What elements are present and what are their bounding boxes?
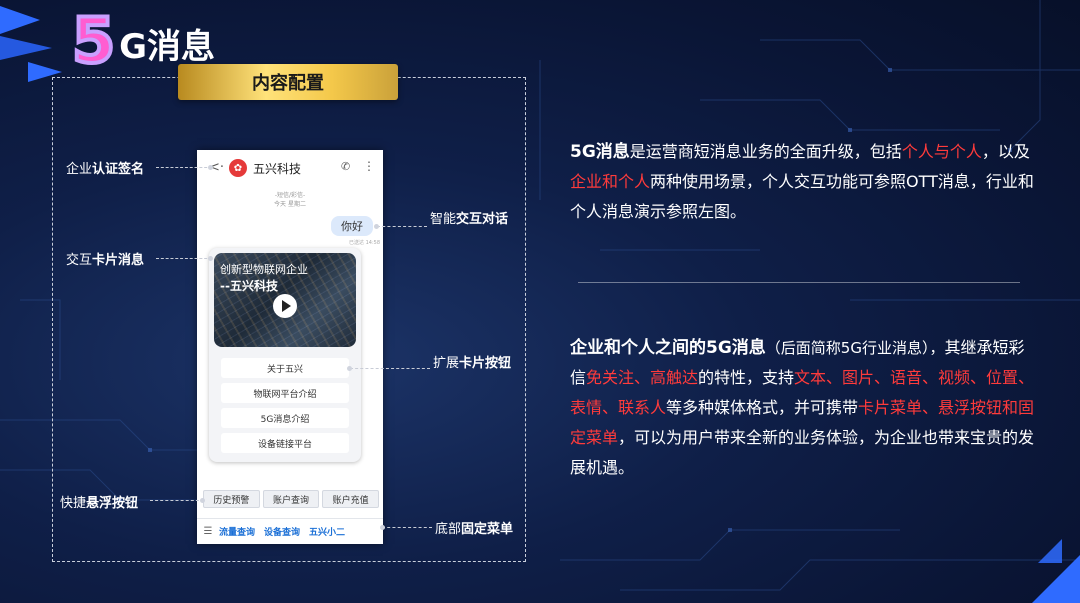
callout-cardbtn: 扩展卡片按钮 <box>433 356 512 371</box>
card-button-device[interactable]: 设备链接平台 <box>221 433 349 453</box>
page-title: 5 G消息 <box>70 4 216 77</box>
float-button-history[interactable]: 历史预警 <box>203 490 260 508</box>
title-digit: 5 <box>70 4 117 77</box>
float-button-recharge[interactable]: 账户充值 <box>322 490 380 508</box>
video-caption-line2: --五兴科技 <box>220 279 278 293</box>
leader-line <box>350 368 430 369</box>
leader-line <box>156 167 212 168</box>
corner-triangle <box>0 6 40 34</box>
more-icon[interactable]: ⋮ <box>363 159 375 173</box>
leader-dot <box>374 224 379 229</box>
callout-card: 交互卡片消息 <box>66 253 145 268</box>
card-button-5g[interactable]: 5G消息介绍 <box>221 408 349 428</box>
title-text: G消息 <box>119 27 216 67</box>
leader-dot <box>208 256 213 261</box>
video-caption-line1: 创新型物联网企业 <box>220 263 308 276</box>
leader-dot <box>200 498 205 503</box>
callout-dialog: 智能交互对话 <box>430 212 509 227</box>
brand-logo-icon: ✿ <box>229 159 247 177</box>
callout-float: 快捷悬浮按钮 <box>60 496 139 511</box>
content-config-banner: 内容配置 <box>178 64 398 100</box>
menu-item-device[interactable]: 设备查询 <box>264 525 300 538</box>
message-date: 今天 星期二 <box>274 201 306 208</box>
floating-buttons: 历史预警 账户查询 账户充值 <box>203 490 380 508</box>
detail-paragraph: 企业和个人之间的5G消息（后面简称5G行业消息），其继承短彩信免关注、高触达的特… <box>570 338 1035 477</box>
section-divider <box>578 282 1020 283</box>
card-button-about[interactable]: 关于五兴 <box>221 358 349 378</box>
callout-menu: 底部固定菜单 <box>435 522 514 537</box>
menu-item-assistant[interactable]: 五兴小二 <box>309 525 345 538</box>
menu-item-traffic[interactable]: 流量查询 <box>219 525 255 538</box>
brand-name: 五兴科技 <box>253 162 302 176</box>
corner-triangle <box>1032 555 1080 603</box>
leader-line <box>150 500 204 501</box>
callout-auth: 企业认证签名 <box>66 162 145 177</box>
leader-dot <box>347 366 352 371</box>
leader-line <box>377 226 427 227</box>
phone-mockup: <· ✿ 五兴科技 ✆ ⋮ -短信/彩信- 今天 星期二 你好 已送达 14:5… <box>197 150 383 544</box>
leader-dot <box>380 525 385 530</box>
corner-triangle <box>0 36 52 60</box>
phone-icon[interactable]: ✆ <box>341 160 350 173</box>
leader-line <box>156 258 212 259</box>
card-video[interactable]: 创新型物联网企业 --五兴科技 <box>214 253 356 347</box>
float-button-account[interactable]: 账户查询 <box>262 490 320 508</box>
fixed-menu: ☰ 流量查询 设备查询 五兴小二 <box>197 518 383 544</box>
play-icon[interactable] <box>273 294 297 318</box>
leader-line <box>382 527 432 528</box>
rich-card: 创新型物联网企业 --五兴科技 关于五兴 物联网平台介绍 5G消息介绍 设备链接… <box>209 248 361 462</box>
intro-paragraph: 5G消息是运营商短消息业务的全面升级，包括个人与个人，以及企业和个人两种使用场景… <box>570 142 1034 221</box>
bubble-timestamp: 已送达 14:58 <box>349 240 380 246</box>
card-button-iot[interactable]: 物联网平台介绍 <box>221 383 349 403</box>
menu-icon[interactable]: ☰ <box>197 526 219 537</box>
chat-bubble: 你好 <box>331 216 373 236</box>
leader-dot <box>208 165 213 170</box>
message-type: -短信/彩信- <box>274 192 306 199</box>
